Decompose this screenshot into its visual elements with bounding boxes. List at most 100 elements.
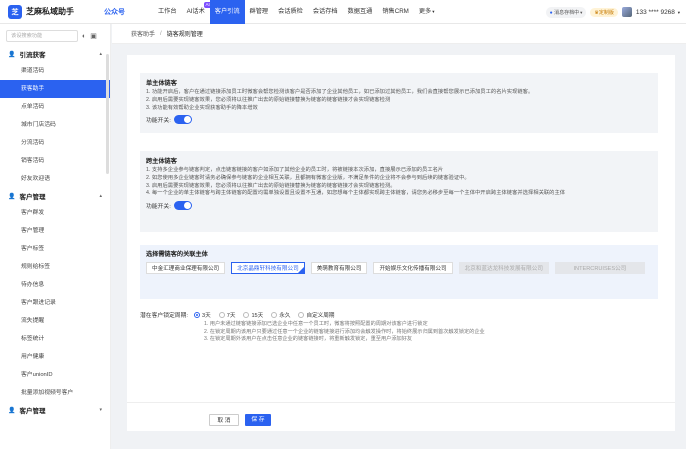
period-option-label: 7天 bbox=[226, 312, 236, 319]
nav-item-6[interactable]: 数据互通 bbox=[343, 0, 378, 24]
lock-period-label: 潜在客户锁定周期: bbox=[140, 313, 188, 319]
theme-toggle-icon[interactable]: ◐ bbox=[82, 33, 86, 40]
entity-option[interactable]: 美萌教育有限公司 bbox=[310, 262, 368, 274]
breadcrumb-item-current: 链客规则管理 bbox=[166, 32, 203, 38]
sidebar-item[interactable]: 客户标签 bbox=[0, 240, 110, 258]
sidebar-scrollbar[interactable] bbox=[106, 54, 109, 174]
users-icon: 👤 bbox=[8, 407, 16, 414]
user-plus-icon: 👤 bbox=[8, 51, 16, 58]
chevron-down-icon: ▾ bbox=[432, 8, 435, 14]
radio-icon bbox=[194, 311, 200, 318]
nav-item-2[interactable]: 客户引流 bbox=[209, 0, 245, 24]
sidebar-item[interactable]: 用户健康 bbox=[0, 348, 110, 366]
cross-feature-toggle[interactable] bbox=[173, 201, 192, 211]
lock-period-section: 潜在客户锁定周期: 3天 7天 15天 永久 自定义周期 1. 用户未通过链客链接添加已… bbox=[140, 310, 658, 344]
sidebar-item[interactable]: 城市门店活码 bbox=[0, 116, 110, 134]
period-note: 3. 在锁定周期外该用户在点击任意企业的链客链接时，将重新触发锁定，重至用户添加… bbox=[204, 336, 413, 343]
top-bar: 芝 芝麻私域助手 公众号 工作台 AI话术 AI 客户引流 群管理 会话质检 会话存档 数据互… bbox=[0, 0, 686, 24]
single-toggle-row: 功能开关: bbox=[146, 115, 652, 125]
sidebar-group-title: 客户管理 bbox=[19, 194, 46, 201]
period-option[interactable]: 15天 bbox=[243, 311, 263, 319]
single-feature-toggle[interactable] bbox=[173, 115, 192, 125]
sidebar-item[interactable]: 好友欢迎语 bbox=[0, 170, 110, 188]
breadcrumb-separator: / bbox=[160, 30, 162, 37]
entity-option[interactable]: 北京晶鼎轩科技有限公司 bbox=[231, 262, 305, 274]
nav-item-label: 更多 bbox=[418, 7, 432, 15]
save-button[interactable]: 保 存 bbox=[245, 414, 271, 426]
cross-section-lines: 1. 支持多企业参与链客判定，点击链客链接的客户如添加了其他企业的员工时，将被链… bbox=[146, 167, 652, 198]
sidebar-item[interactable]: 分流活码 bbox=[0, 134, 110, 152]
breadcrumb-item-parent[interactable]: 获客助手 bbox=[131, 29, 155, 38]
chevron-down-icon: ▾ bbox=[677, 9, 680, 15]
sidebar: 该设搜索功能 ◐ ▣ 👤 引流获客 ▴ 渠道活码 获客助手 点单活码 城市门店活码 分流活码销… bbox=[0, 24, 111, 449]
sidebar-item[interactable]: 客户群发 bbox=[0, 204, 110, 222]
sidebar-group-0[interactable]: 👤 引流获客 ▴ bbox=[0, 46, 110, 62]
plan-badge[interactable]: ♛定制版 bbox=[590, 7, 618, 17]
archive-status-badge[interactable]: ● 消息存档中▾ bbox=[545, 6, 587, 18]
search-input[interactable]: 该设搜索功能 bbox=[6, 30, 78, 42]
entity-option[interactable]: 中金汇理商业保理有限公司 bbox=[146, 262, 226, 274]
entity-option: 北京和蓝达龙科技发展有限公司 bbox=[458, 262, 549, 274]
main-panel: 单主体链客 1. 功能开启后，客户在通过链接添加员工时微客会帮您检测该客户是否添… bbox=[127, 55, 675, 431]
sidebar-item[interactable]: 客户跟进记录 bbox=[0, 294, 110, 312]
sidebar-item[interactable]: 点单活码 bbox=[0, 98, 110, 116]
chevron-down-icon: ▾ bbox=[580, 9, 583, 15]
sidebar-item[interactable]: 流失提醒 bbox=[0, 312, 110, 330]
sidebar-item[interactable]: 批量添加视频号客户 bbox=[0, 384, 110, 402]
single-toggle-label: 功能开关: bbox=[146, 118, 171, 125]
chevron-up-icon: ▴ bbox=[99, 51, 102, 57]
breadcrumb: 获客助手 / 链客规则管理 bbox=[112, 24, 686, 44]
sidebar-group-title: 客户管理 bbox=[19, 408, 46, 415]
period-option-label: 自定义周期 bbox=[306, 312, 335, 319]
period-option-label: 15天 bbox=[251, 312, 264, 319]
nav-item-label: 数据互通 bbox=[347, 7, 373, 15]
period-option[interactable]: 永久 bbox=[271, 311, 290, 319]
nav-item-8[interactable]: 更多▾ bbox=[414, 0, 440, 24]
plan-text: 定制版 bbox=[598, 9, 614, 16]
account-phone[interactable]: 133 **** 9268 ▾ bbox=[636, 9, 680, 16]
lock-period-notes: 1. 用户未通过链客链接添加已选企业中任意一个员工时，微客将按照配置的周期对该客… bbox=[140, 321, 658, 344]
sidebar-item[interactable]: 客户管理 bbox=[0, 222, 110, 240]
period-option[interactable]: 自定义周期 bbox=[298, 311, 334, 319]
sidebar-item[interactable]: 销客活码 bbox=[0, 152, 110, 170]
sidebar-group-2[interactable]: 👤 客户管理 ▾ bbox=[0, 402, 110, 418]
sidebar-search-row: 该设搜索功能 ◐ ▣ bbox=[0, 24, 110, 46]
radio-icon bbox=[271, 311, 278, 318]
entity-option: INTERCRUISES公司 bbox=[554, 262, 645, 274]
cross-entity-section: 跨主体链客 1. 支持多企业参与链客判定，点击链客链接的客户如添加了其他企业的员… bbox=[140, 151, 658, 232]
chevron-up-icon: ▾ bbox=[99, 407, 102, 413]
sidebar-item[interactable]: 标签统计 bbox=[0, 330, 110, 348]
archive-status-text: 消息存档中 bbox=[554, 9, 580, 16]
single-line: 2. 启用后需要实现链客效果，您必须将以往推广出去的原始链接替换为链客的链客链接… bbox=[146, 96, 391, 103]
sidebar-item[interactable]: 渠道活码 bbox=[0, 62, 110, 80]
nav-item-1[interactable]: AI话术 AI bbox=[182, 0, 212, 24]
single-line: 3. 该功能有效帮助企业实现获客助手的降本增效 bbox=[146, 104, 258, 111]
cross-toggle-label: 功能开关: bbox=[146, 204, 171, 211]
nav-item-label: 会话存档 bbox=[312, 7, 338, 15]
layout-icon[interactable]: ▣ bbox=[90, 32, 97, 40]
sidebar-item[interactable]: 客户unionID bbox=[0, 366, 110, 384]
radio-icon bbox=[218, 311, 225, 318]
nav-item-3[interactable]: 群管理 bbox=[245, 0, 274, 24]
sidebar-group-1[interactable]: 👤 客户管理 ▴ bbox=[0, 188, 110, 204]
single-section-lines: 1. 功能开启后，客户在通过链接添加员工时微客会帮您检测该客户是否添加了企业其他… bbox=[146, 89, 652, 112]
status-dot-icon: ● bbox=[549, 9, 553, 16]
cross-toggle-row: 功能开关: bbox=[146, 201, 652, 211]
app-logo[interactable]: 芝 芝麻私域助手 bbox=[8, 4, 100, 19]
avatar[interactable] bbox=[621, 7, 632, 17]
radio-icon bbox=[243, 311, 250, 318]
period-option[interactable]: 7天 bbox=[218, 311, 236, 319]
entity-option[interactable]: 开始娱乐文化传播有限公司 bbox=[373, 262, 453, 274]
cross-line: 1. 支持多企业参与链客判定，点击链客链接的客户如添加了其他企业的员工时，将被链… bbox=[146, 167, 444, 173]
period-option[interactable]: 3天 bbox=[194, 311, 211, 319]
cancel-button[interactable]: 取 消 bbox=[209, 414, 239, 426]
sidebar-item[interactable]: 获客助手 bbox=[0, 80, 110, 98]
nav-item-0[interactable]: 工作台 bbox=[153, 0, 182, 24]
sidebar-item[interactable]: 规则给标签 bbox=[0, 258, 110, 276]
footer-divider bbox=[127, 402, 675, 403]
official-account-link[interactable]: 公众号 bbox=[104, 7, 125, 17]
nav-item-5[interactable]: 会话存档 bbox=[308, 0, 343, 24]
nav-item-7[interactable]: 销售CRM bbox=[377, 0, 413, 24]
nav-item-4[interactable]: 会话质检 bbox=[273, 0, 308, 24]
sidebar-item[interactable]: 待办信息 bbox=[0, 276, 110, 294]
